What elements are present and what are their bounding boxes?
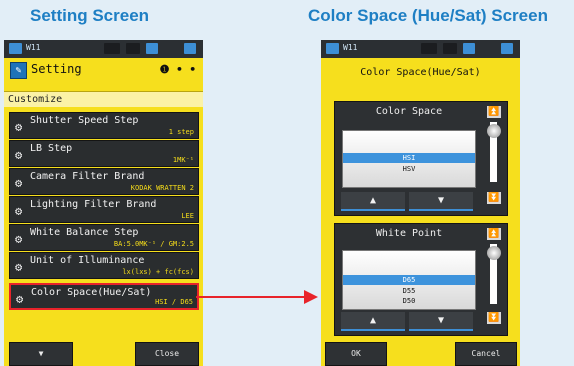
gear-icon: ⚙: [15, 120, 23, 134]
menu-item-value: 1 step: [168, 128, 194, 136]
status-label: W11: [343, 43, 358, 52]
ok-button[interactable]: OK: [325, 342, 387, 366]
list-item-d65[interactable]: D65: [343, 275, 475, 285]
menu-item-value: LEE: [181, 212, 194, 220]
gear-icon: ⚙: [15, 204, 23, 218]
setting-screen: W11 ✎ Setting ❶ • • Customize ⚙ Shutter …: [4, 40, 203, 366]
white-point-panel: White Point D65 D55 D50 ⏫ ⏬ ▲ ▼: [334, 223, 508, 336]
list-item-hsv[interactable]: HSV: [343, 164, 475, 174]
down-button[interactable]: ▼: [409, 312, 473, 331]
up-button[interactable]: ▲: [341, 192, 405, 211]
scroll-thumb[interactable]: [487, 246, 501, 260]
arrow-right-icon: [304, 290, 318, 304]
scrollbar[interactable]: ⏫ ⏬: [487, 228, 501, 330]
panel-title: Color Space: [375, 106, 443, 117]
color-space-list[interactable]: HSI HSV: [342, 130, 476, 188]
menu-item-label: LB Step: [30, 143, 73, 154]
panel-title: White Point: [375, 228, 443, 239]
status-label: W11: [26, 43, 41, 52]
gear-icon: ⚙: [15, 260, 23, 274]
status-icon: [421, 43, 437, 54]
scroll-thumb[interactable]: [487, 124, 501, 138]
menu-item-lighting-filter-brand[interactable]: ⚙ Lighting Filter Brand LEE: [9, 196, 199, 223]
menu-item-value: KODAK WRATTEN 2: [130, 184, 194, 192]
status-icon: [463, 43, 475, 54]
section-header: Customize: [4, 91, 203, 107]
menu-item-label: White Balance Step: [30, 227, 139, 238]
scroll-top-button[interactable]: ⏫: [487, 228, 501, 240]
gear-icon: ⚙: [15, 148, 23, 162]
menu-item-label: Shutter Speed Step: [30, 115, 139, 126]
page-title: Setting: [31, 62, 82, 76]
status-icon: [443, 43, 457, 54]
color-space-screen: W11 Color Space(Hue/Sat) Color Space HSI…: [321, 40, 520, 366]
list-item-hsi[interactable]: HSI: [343, 153, 475, 163]
close-button[interactable]: Close: [135, 342, 199, 366]
menu-item-value: 1MK⁻¹: [172, 156, 194, 164]
down-button[interactable]: ▼: [409, 192, 473, 211]
page-title: Color Space(Hue/Sat): [360, 67, 481, 78]
menu-item-color-space[interactable]: ⚙ Color Space(Hue/Sat) HSI / D65: [9, 283, 199, 310]
status-icon: [126, 43, 140, 54]
gear-icon: ⚙: [15, 232, 23, 246]
battery-icon: [9, 43, 22, 54]
battery-icon: [326, 43, 339, 54]
cancel-button[interactable]: Cancel: [455, 342, 517, 366]
scroll-top-button[interactable]: ⏫: [487, 106, 501, 118]
menu-item-value: HSI / D65: [155, 298, 193, 306]
menu-item-value: lx(lxs) + fc(fcs): [122, 268, 194, 276]
setting-screen-caption: Setting Screen: [30, 6, 150, 25]
connector-line: [196, 296, 306, 298]
scroll-bottom-button[interactable]: ⏬: [487, 312, 501, 324]
scroll-down-button[interactable]: ▼: [9, 342, 73, 366]
signal-icon: [184, 43, 196, 54]
page-indicator: ❶ • •: [159, 63, 196, 76]
menu-item-camera-filter-brand[interactable]: ⚙ Camera Filter Brand KODAK WRATTEN 2: [9, 168, 199, 195]
color-space-screen-caption: Color Space (Hue/Sat) Screen: [308, 6, 548, 25]
menu-item-label: Unit of Illuminance: [30, 255, 145, 266]
menu-item-shutter-speed-step[interactable]: ⚙ Shutter Speed Step 1 step: [9, 112, 199, 139]
scrollbar[interactable]: ⏫ ⏬: [487, 106, 501, 210]
menu-item-lb-step[interactable]: ⚙ LB Step 1MK⁻¹: [9, 140, 199, 167]
scroll-bottom-button[interactable]: ⏬: [487, 192, 501, 204]
menu-item-unit-of-illuminance[interactable]: ⚙ Unit of Illuminance lx(lxs) + fc(fcs): [9, 252, 199, 279]
signal-icon: [501, 43, 513, 54]
status-icon: [146, 43, 158, 54]
menu-item-value: BA:5.0MK⁻¹ / GM:2.5: [113, 240, 194, 248]
menu-item-white-balance-step[interactable]: ⚙ White Balance Step BA:5.0MK⁻¹ / GM:2.5: [9, 224, 199, 251]
list-item-d50[interactable]: D50: [343, 296, 475, 306]
setting-icon: ✎: [10, 62, 27, 79]
white-point-list[interactable]: D65 D55 D50: [342, 250, 476, 310]
status-bar: W11: [321, 40, 520, 58]
menu-item-label: Lighting Filter Brand: [30, 199, 157, 210]
status-bar: W11: [4, 40, 203, 58]
gear-icon: ⚙: [16, 292, 24, 306]
title-bar: ✎ Setting ❶ • •: [4, 59, 203, 80]
status-icon: [104, 43, 120, 54]
color-space-panel: Color Space HSI HSV ⏫ ⏬ ▲ ▼: [334, 101, 508, 216]
menu-item-label: Color Space(Hue/Sat): [31, 287, 152, 298]
menu-item-label: Camera Filter Brand: [30, 171, 145, 182]
gear-icon: ⚙: [15, 176, 23, 190]
list-item-d55[interactable]: D55: [343, 286, 475, 296]
up-button[interactable]: ▲: [341, 312, 405, 331]
